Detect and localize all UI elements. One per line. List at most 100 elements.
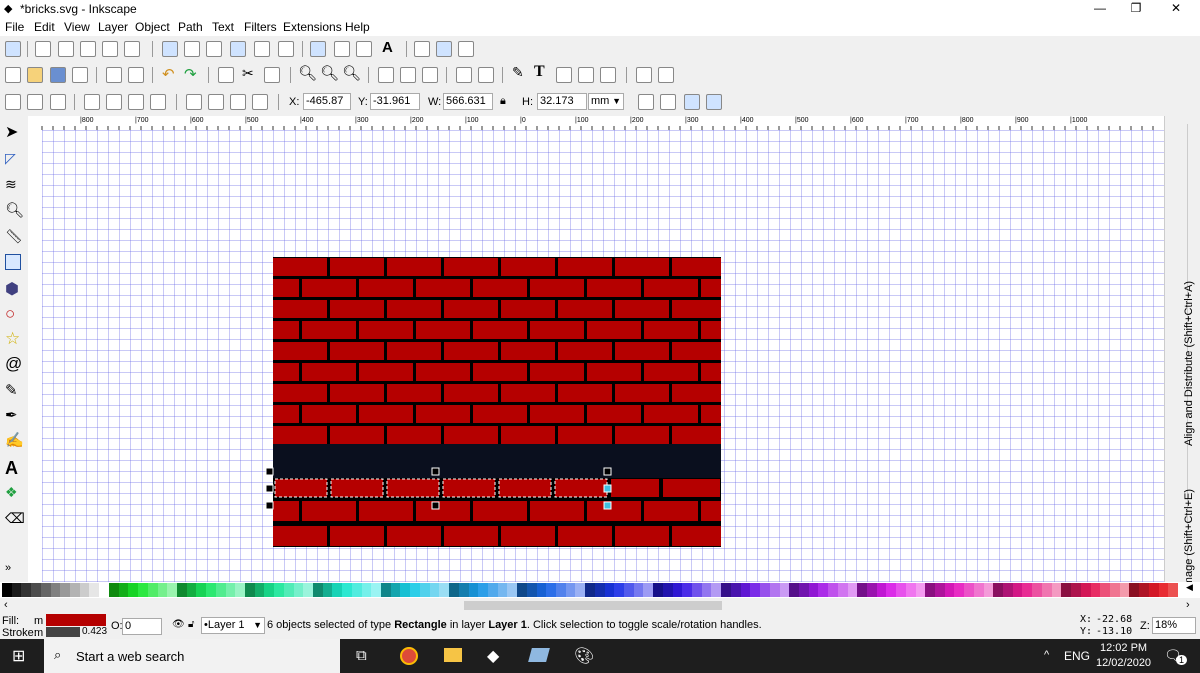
palette-swatch[interactable]: [293, 583, 304, 597]
palette-swatch[interactable]: [206, 583, 217, 597]
redo-icon[interactable]: ↷: [184, 65, 197, 83]
palette-swatch[interactable]: [283, 583, 295, 597]
palette-swatch[interactable]: [342, 583, 353, 597]
brick[interactable]: [444, 426, 498, 444]
scale-handle[interactable]: [603, 484, 612, 493]
print-icon[interactable]: [72, 67, 88, 83]
opacity-input[interactable]: 0: [122, 618, 162, 635]
snap-bbox-center-icon[interactable]: [124, 41, 140, 57]
y-input[interactable]: -31.961: [370, 93, 420, 110]
snap-toggle-icon[interactable]: [5, 41, 21, 57]
palette-swatch[interactable]: [1139, 583, 1150, 597]
palette-swatch[interactable]: [449, 583, 460, 597]
scale-stroke-icon[interactable]: [638, 94, 654, 110]
palette-swatch[interactable]: [896, 583, 907, 597]
minimize-button[interactable]: —: [1082, 0, 1118, 18]
eraser-tool-icon[interactable]: ⌫: [5, 510, 25, 528]
brick[interactable]: [444, 384, 498, 402]
palette-swatch[interactable]: [672, 583, 683, 597]
palette-swatch[interactable]: [1041, 583, 1053, 597]
raise-to-top-icon[interactable]: [186, 94, 202, 110]
palette-swatch[interactable]: [99, 583, 110, 597]
palette-swatch[interactable]: [604, 583, 615, 597]
palette-swatch[interactable]: [1032, 583, 1043, 597]
menu-layer[interactable]: Layer: [98, 20, 128, 34]
brick[interactable]: [587, 363, 641, 381]
brick[interactable]: [444, 300, 498, 318]
duplicate-icon[interactable]: [378, 67, 394, 83]
fill-swatch[interactable]: [46, 614, 106, 626]
palette-swatch[interactable]: [1148, 583, 1160, 597]
brick[interactable]: [587, 405, 641, 423]
brick[interactable]: [587, 279, 641, 297]
brick[interactable]: [644, 405, 698, 423]
brick[interactable]: [473, 321, 527, 339]
app-taskbar-icon[interactable]: [528, 648, 550, 662]
palette-swatch[interactable]: [50, 583, 61, 597]
3d-box-tool-icon[interactable]: ⬢: [5, 279, 23, 298]
stroke-swatch[interactable]: [46, 627, 80, 637]
palette-swatch[interactable]: [497, 583, 508, 597]
brick[interactable]: [530, 501, 584, 521]
scrollbar-thumb[interactable]: [464, 601, 722, 610]
calligraphy-tool-icon[interactable]: ✍: [5, 431, 24, 449]
brick[interactable]: [663, 479, 720, 497]
pencil-tool-icon[interactable]: ✎: [5, 381, 23, 399]
lower-to-bottom-icon[interactable]: [252, 94, 268, 110]
palette-swatch[interactable]: [361, 583, 372, 597]
palette-swatch[interactable]: [964, 583, 975, 597]
palette-swatch[interactable]: [935, 583, 946, 597]
palette-swatch[interactable]: [1012, 583, 1023, 597]
palette-swatch[interactable]: [633, 583, 644, 597]
align-distribute-tab[interactable]: Align and Distribute (Shift+Ctrl+A): [1183, 281, 1195, 446]
brick[interactable]: [701, 405, 721, 423]
brick[interactable]: [359, 501, 413, 521]
copy-icon[interactable]: [218, 67, 234, 83]
spiral-tool-icon[interactable]: @: [5, 354, 23, 373]
scroll-left-icon[interactable]: ‹: [4, 599, 8, 611]
brick[interactable]: [273, 321, 299, 339]
text-tool-icon[interactable]: A: [5, 458, 23, 478]
scroll-right-icon[interactable]: ›: [1186, 599, 1190, 611]
palette-swatch[interactable]: [400, 583, 411, 597]
lower-icon[interactable]: [230, 94, 246, 110]
palette-swatch[interactable]: [730, 583, 742, 597]
palette-swatch[interactable]: [692, 583, 703, 597]
palette-swatch[interactable]: [244, 583, 256, 597]
scale-handle[interactable]: [265, 467, 274, 476]
palette-swatch[interactable]: [468, 583, 479, 597]
brick[interactable]: [273, 405, 299, 423]
brick[interactable]: [302, 363, 356, 381]
brick[interactable]: [416, 363, 470, 381]
snap-bbox-corners-icon[interactable]: [80, 41, 96, 57]
brick[interactable]: [701, 501, 721, 521]
palette-swatch[interactable]: [60, 583, 71, 597]
brick[interactable]: [672, 426, 721, 444]
move-gradients-icon[interactable]: [684, 94, 700, 110]
palette-swatch[interactable]: [439, 583, 450, 597]
palette-swatch[interactable]: [322, 583, 333, 597]
clone-icon[interactable]: [400, 67, 416, 83]
brick[interactable]: [644, 321, 698, 339]
brick[interactable]: [444, 526, 498, 546]
palette-swatch[interactable]: [682, 583, 693, 597]
palette-swatch[interactable]: [798, 583, 810, 597]
brick[interactable]: [558, 300, 612, 318]
brick[interactable]: [558, 526, 612, 546]
dark-gap[interactable]: [273, 444, 721, 478]
snap-centers-icon[interactable]: [334, 41, 350, 57]
palette-menu-icon[interactable]: ◀: [1186, 582, 1193, 593]
snap-bbox-icon[interactable]: [35, 41, 51, 57]
w-input[interactable]: 566.631: [443, 93, 493, 110]
zoom-input[interactable]: 18%: [1152, 617, 1196, 634]
inkscape-taskbar-icon[interactable]: ◆: [487, 646, 499, 666]
language-indicator[interactable]: ENG: [1064, 649, 1090, 663]
brick[interactable]: [387, 384, 441, 402]
palette-swatch[interactable]: [381, 583, 392, 597]
color-palette[interactable]: ◀: [0, 582, 1200, 598]
palette-swatch[interactable]: [157, 583, 168, 597]
palette-swatch[interactable]: [21, 583, 32, 597]
brick[interactable]: [302, 405, 356, 423]
palette-swatch[interactable]: [662, 583, 674, 597]
palette-swatch[interactable]: [944, 583, 955, 597]
